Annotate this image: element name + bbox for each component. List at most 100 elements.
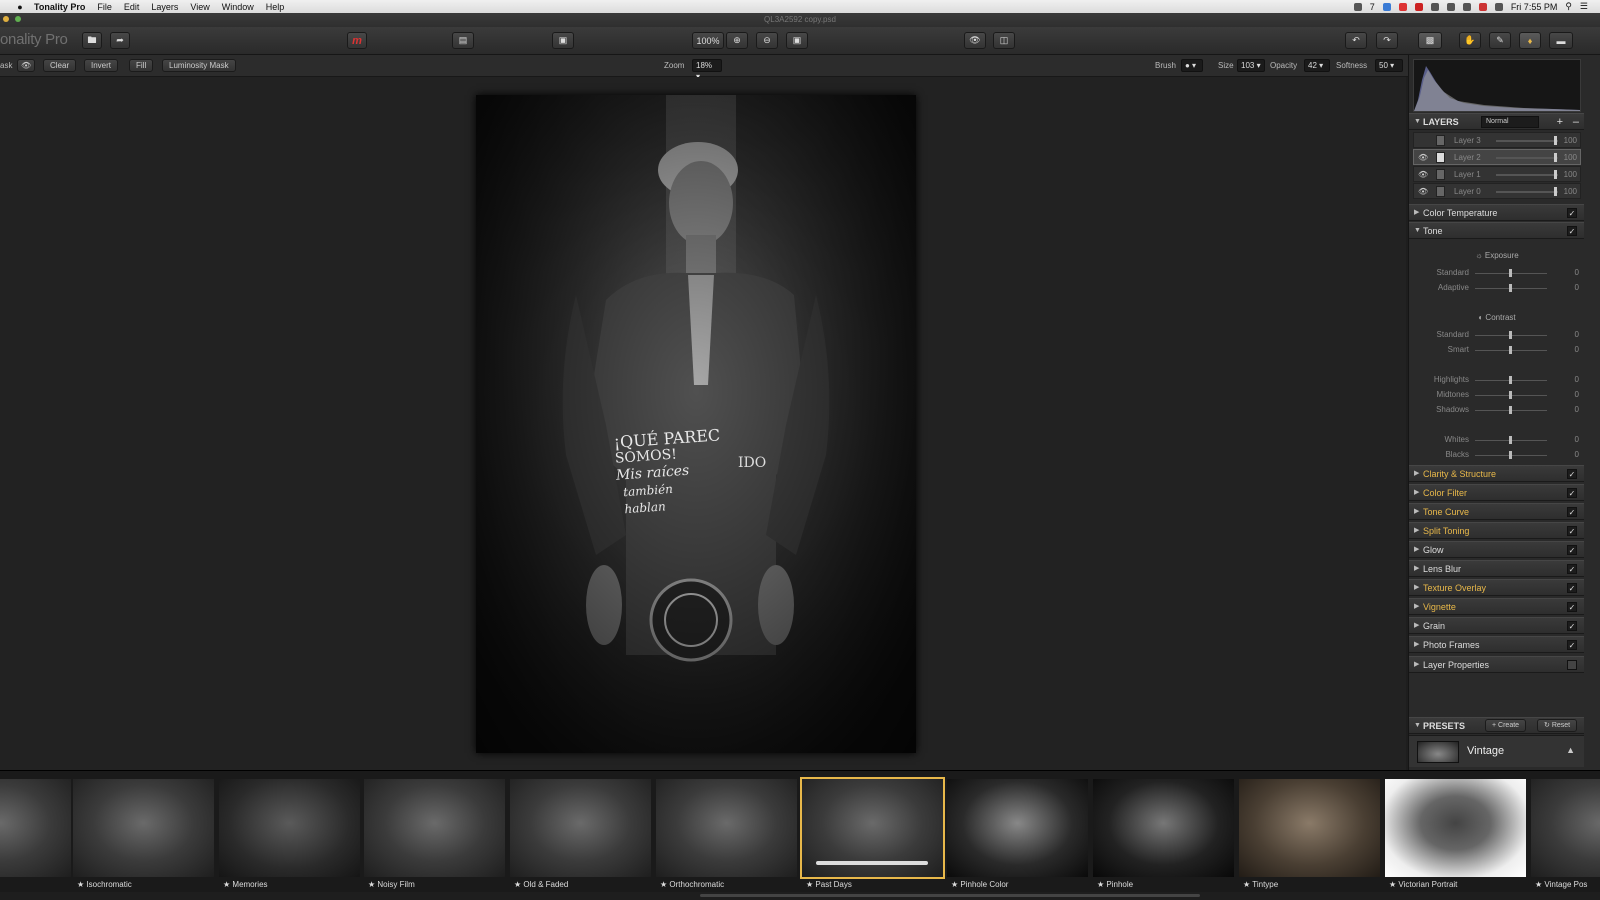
- zoom-select[interactable]: 18% ▾: [692, 59, 722, 81]
- compare-button[interactable]: ◫: [993, 32, 1015, 49]
- preset-thumbnail[interactable]: ★ Vintage Pos: [1531, 779, 1600, 889]
- section-clarity-structure[interactable]: ▶ Clarity & Structure ✓: [1409, 465, 1585, 482]
- preset-thumbnail[interactable]: ★ Pinhole Color: [947, 779, 1088, 889]
- enable-checkbox[interactable]: ✓: [1567, 507, 1577, 517]
- menu-view[interactable]: View: [184, 2, 215, 12]
- layer-opacity-slider[interactable]: [1496, 140, 1558, 142]
- hand-tool-button[interactable]: ✋: [1459, 32, 1481, 49]
- preset-thumbnail[interactable]: ★ Victorian Portrait: [1385, 779, 1526, 889]
- image-canvas[interactable]: ¡QUÉ PAREC SOMOS! Mis raíces también hab…: [0, 77, 1406, 770]
- macphun-button[interactable]: m: [347, 32, 367, 49]
- menu-layers[interactable]: Layers: [145, 2, 184, 12]
- slider-row[interactable]: Smart 0: [1409, 343, 1585, 357]
- zoom-in-button[interactable]: ⊕: [726, 32, 748, 49]
- enable-checkbox[interactable]: ✓: [1567, 583, 1577, 593]
- eraser-tool-button[interactable]: ♦: [1519, 32, 1541, 49]
- slider-row[interactable]: Shadows 0: [1409, 403, 1585, 417]
- create-preset-button[interactable]: + Create: [1485, 719, 1527, 732]
- single-view-button[interactable]: ▣: [552, 32, 574, 49]
- enable-checkbox[interactable]: ✓: [1567, 488, 1577, 498]
- section-photo-frames[interactable]: ▶ Photo Frames ✓: [1409, 636, 1585, 653]
- layer-opacity-slider[interactable]: [1496, 174, 1558, 176]
- layer-row[interactable]: Layer 3 100: [1413, 132, 1581, 148]
- slider-row[interactable]: Adaptive 0: [1409, 281, 1585, 295]
- fit-button[interactable]: ▣: [786, 32, 808, 49]
- filmstrip-scrollbar[interactable]: [700, 894, 1200, 897]
- add-layer-icon[interactable]: +: [1557, 114, 1563, 130]
- clear-button[interactable]: Clear: [43, 59, 77, 72]
- enable-checkbox[interactable]: ✓: [1567, 640, 1577, 650]
- brush-tool-button[interactable]: ✎: [1489, 32, 1511, 49]
- enable-checkbox[interactable]: ✓: [1567, 469, 1577, 479]
- layer-opacity-slider[interactable]: [1496, 191, 1558, 193]
- preset-strength-slider[interactable]: [816, 861, 928, 865]
- section-lens-blur[interactable]: ▶ Lens Blur ✓: [1409, 560, 1585, 577]
- softness-field[interactable]: 50 ▾: [1375, 59, 1403, 72]
- spotlight-icon[interactable]: ⚲: [1565, 1, 1572, 12]
- app-badge-icon[interactable]: [1398, 2, 1407, 11]
- preset-thumbnail[interactable]: ★ Old & Faded: [510, 779, 651, 889]
- section-vignette[interactable]: ▶ Vignette ✓: [1409, 598, 1585, 615]
- slider-knob[interactable]: [1509, 346, 1512, 354]
- reset-button[interactable]: ↻ Reset: [1537, 719, 1578, 732]
- blend-mode-select[interactable]: Normal: [1481, 116, 1539, 128]
- remove-layer-icon[interactable]: –: [1573, 114, 1579, 130]
- status-count[interactable]: 7: [1370, 2, 1375, 12]
- opacity-field[interactable]: 42 ▾: [1304, 59, 1330, 72]
- preset-thumbnail[interactable]: ★ Pinhole: [1093, 779, 1234, 889]
- preset-thumbnail-selected[interactable]: ★ Past Days: [800, 777, 945, 889]
- section-tone[interactable]: ▼ Tone ✓: [1409, 222, 1585, 239]
- slider-row[interactable]: Whites 0: [1409, 433, 1585, 447]
- layer-opacity-knob[interactable]: [1554, 153, 1557, 162]
- minimize-icon[interactable]: [3, 16, 9, 22]
- layer-row[interactable]: 👁 Layer 2 100: [1413, 149, 1581, 165]
- wifi-icon[interactable]: [1462, 2, 1471, 11]
- section-split-toning[interactable]: ▶ Split Toning ✓: [1409, 522, 1585, 539]
- image-view-button[interactable]: ▩: [1418, 32, 1442, 49]
- luminosity-mask-button[interactable]: Luminosity Mask: [162, 59, 236, 72]
- status-icon[interactable]: [1353, 2, 1362, 11]
- section-tone-curve[interactable]: ▶ Tone Curve ✓: [1409, 503, 1585, 520]
- section-texture-overlay[interactable]: ▶ Texture Overlay ✓: [1409, 579, 1585, 596]
- invert-button[interactable]: Invert: [84, 59, 119, 72]
- redo-button[interactable]: ↷: [1376, 32, 1398, 49]
- section-glow[interactable]: ▶ Glow ✓: [1409, 541, 1585, 558]
- menu-window[interactable]: Window: [216, 2, 260, 12]
- brush-shape-select[interactable]: ● ▾: [1181, 59, 1203, 72]
- layer-row[interactable]: 👁 Layer 1 100: [1413, 166, 1581, 182]
- slider-row[interactable]: Blacks 0: [1409, 448, 1585, 462]
- preset-thumbnail[interactable]: ★ Memories: [219, 779, 360, 889]
- enable-checkbox[interactable]: ✓: [1567, 602, 1577, 612]
- preset-thumbnail[interactable]: ★ Noisy Film: [364, 779, 505, 889]
- slider-knob[interactable]: [1509, 406, 1512, 414]
- apple-icon[interactable]: ●: [12, 2, 28, 12]
- enable-checkbox[interactable]: ✓: [1567, 545, 1577, 555]
- size-field[interactable]: 103 ▾: [1237, 59, 1265, 72]
- eye-icon[interactable]: 👁: [1418, 153, 1428, 162]
- layer-opacity-knob[interactable]: [1554, 170, 1557, 179]
- slider-knob[interactable]: [1509, 269, 1512, 277]
- flag-icon[interactable]: [1478, 2, 1487, 11]
- enable-checkbox[interactable]: ✓: [1567, 621, 1577, 631]
- section-color-temperature[interactable]: ▶ Color Temperature ✓: [1409, 204, 1585, 221]
- preset-thumbnail[interactable]: ★ Isochromatic: [73, 779, 214, 889]
- slider-knob[interactable]: [1509, 436, 1512, 444]
- slider-knob[interactable]: [1509, 376, 1512, 384]
- eye-icon[interactable]: 👁: [1418, 170, 1428, 179]
- zoom-100-button[interactable]: 100%: [692, 32, 724, 49]
- section-layer-properties[interactable]: ▶ Layer Properties: [1409, 656, 1585, 673]
- slider-row[interactable]: Highlights 0: [1409, 373, 1585, 387]
- layers-header[interactable]: ▼ LAYERS Normal + –: [1409, 113, 1585, 130]
- slider-row[interactable]: Standard 0: [1409, 328, 1585, 342]
- menu-edit[interactable]: Edit: [118, 2, 146, 12]
- slider-knob[interactable]: [1509, 331, 1512, 339]
- layer-row[interactable]: 👁 Layer 0 100: [1413, 183, 1581, 199]
- gradient-tool-button[interactable]: ▬: [1549, 32, 1573, 49]
- presets-header[interactable]: ▼ PRESETS + Create ↻ Reset: [1409, 717, 1585, 734]
- time-machine-icon[interactable]: [1430, 2, 1439, 11]
- bluetooth-icon[interactable]: [1446, 2, 1455, 11]
- menu-file[interactable]: File: [91, 2, 118, 12]
- preset-thumbnail[interactable]: ★ Tintype: [1239, 779, 1380, 889]
- layer-opacity-knob[interactable]: [1554, 187, 1557, 196]
- open-button[interactable]: 🖿: [82, 32, 102, 49]
